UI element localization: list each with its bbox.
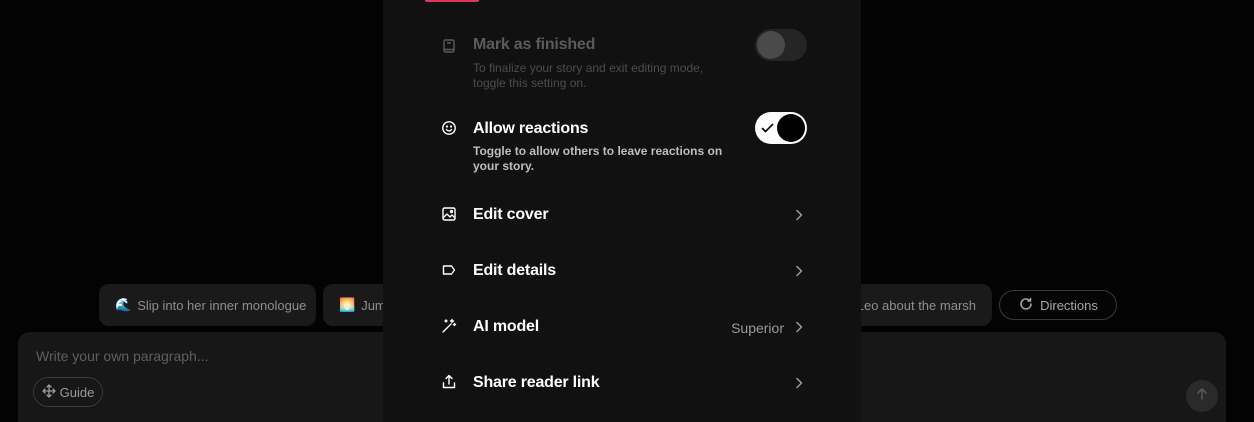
setting-description: Toggle to allow others to leave reaction… xyxy=(473,144,723,173)
image-icon xyxy=(439,204,459,224)
suggestion-chip-leo-marsh[interactable]: Leo about the marsh xyxy=(840,284,992,326)
setting-mark-finished: Mark as finished To finalize your story … xyxy=(439,29,807,94)
setting-edit-cover[interactable]: Edit cover xyxy=(439,200,807,232)
setting-edit-details[interactable]: Edit details xyxy=(439,256,807,288)
setting-title: Share reader link xyxy=(473,374,600,391)
mark-finished-toggle[interactable] xyxy=(755,29,807,61)
guide-label: Guide xyxy=(59,384,95,400)
toggle-knob xyxy=(757,31,785,59)
allow-reactions-toggle[interactable] xyxy=(755,112,807,144)
suggestion-label: Slip into her inner monologue xyxy=(137,297,307,313)
chevron-right-icon xyxy=(791,375,807,391)
magic-wand-icon xyxy=(439,316,459,336)
setting-allow-reactions: Allow reactions Toggle to allow others t… xyxy=(439,112,807,176)
setting-title: Edit cover xyxy=(473,206,549,223)
book-icon xyxy=(439,36,459,56)
suggestion-label: Leo about the marsh xyxy=(856,297,976,313)
ai-model-value: Superior xyxy=(731,320,784,336)
toggle-knob xyxy=(777,114,805,142)
guide-button[interactable]: Guide xyxy=(33,377,103,407)
accent-indicator xyxy=(425,0,479,2)
wave-emoji: 🌊 xyxy=(115,297,132,312)
sunrise-emoji: 🌅 xyxy=(339,297,356,312)
directions-button[interactable]: Directions xyxy=(999,290,1117,320)
smiley-icon xyxy=(439,118,459,138)
suggestion-chip-inner-monologue[interactable]: 🌊 Slip into her inner monologue xyxy=(99,284,316,326)
setting-share-reader-link[interactable]: Share reader link xyxy=(439,368,807,400)
move-icon xyxy=(41,383,56,401)
setting-description: To finalize your story and exit editing … xyxy=(473,61,704,90)
arrow-up-icon xyxy=(1195,387,1209,406)
setting-title: AI model xyxy=(473,318,539,335)
chevron-right-icon xyxy=(791,263,807,279)
setting-title: Edit details xyxy=(473,262,556,279)
chevron-right-icon xyxy=(791,207,807,223)
setting-ai-model[interactable]: AI model Superior xyxy=(439,312,807,344)
setting-title: Allow reactions xyxy=(473,120,589,137)
share-icon xyxy=(439,372,459,392)
setting-title: Mark as finished xyxy=(473,36,596,53)
directions-label: Directions xyxy=(1040,297,1098,313)
refresh-icon xyxy=(1018,296,1034,315)
chevron-right-icon xyxy=(791,319,807,335)
composer-placeholder: Write your own paragraph... xyxy=(36,348,209,364)
tag-icon xyxy=(439,260,459,280)
story-settings-panel: Mark as finished To finalize your story … xyxy=(383,0,861,422)
check-icon xyxy=(761,121,774,139)
send-button[interactable] xyxy=(1186,380,1218,412)
